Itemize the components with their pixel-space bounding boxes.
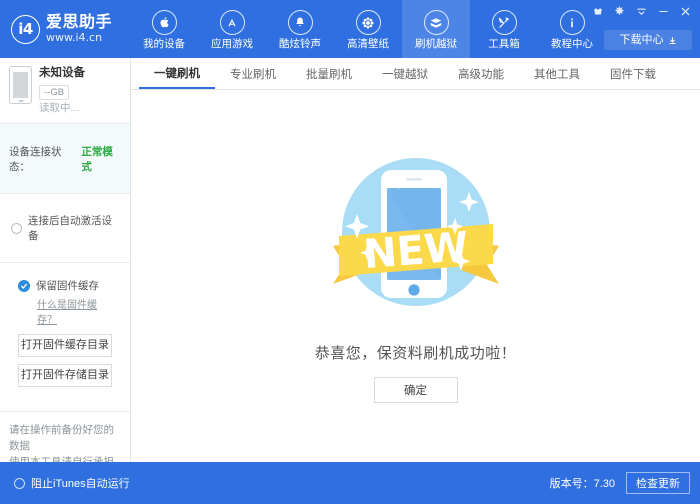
tab-batch-flash[interactable]: 批量刷机: [291, 58, 367, 89]
nav-item-apps-games[interactable]: 应用游戏: [198, 0, 266, 58]
phone-icon: [9, 66, 32, 104]
nav-label: 高清壁纸: [347, 38, 389, 50]
download-center-button[interactable]: 下载中心: [604, 30, 692, 50]
nav-item-wallpapers[interactable]: 高清壁纸: [334, 0, 402, 58]
tools-icon: [492, 10, 517, 35]
firmware-cache-section: 保留固件缓存 什么是固件缓存？ 打开固件缓存目录 打开固件存储目录: [0, 263, 130, 412]
open-cache-directory-button[interactable]: 打开固件缓存目录: [18, 334, 112, 357]
app-footer: 阻止iTunes自动运行 版本号：7.30 检查更新: [0, 462, 700, 504]
what-is-firmware-cache-link[interactable]: 什么是固件缓存？: [37, 296, 112, 326]
footer-right-group: 版本号：7.30 检查更新: [550, 472, 690, 494]
open-storage-directory-button[interactable]: 打开固件存储目录: [18, 364, 112, 387]
nav-item-my-device[interactable]: 我的设备: [130, 0, 198, 58]
svg-text:NEW: NEW: [361, 224, 469, 278]
block-itunes-label: 阻止iTunes自动运行: [31, 475, 130, 491]
nav-item-toolbox[interactable]: 工具箱: [470, 0, 538, 58]
nav-label: 应用游戏: [211, 38, 253, 50]
main-content-panel: NEW 恭喜您，保资料刷机成功啦！ 确定: [131, 90, 700, 462]
tab-pro-flash[interactable]: 专业刷机: [215, 58, 291, 89]
gear-icon[interactable]: [613, 5, 626, 18]
auto-activate-option[interactable]: 连接后自动激活设备: [9, 202, 121, 254]
check-update-button[interactable]: 检查更新: [626, 472, 690, 494]
window-controls: [591, 5, 692, 18]
tab-other-tools[interactable]: 其他工具: [519, 58, 595, 89]
tab-one-click-flash[interactable]: 一键刷机: [139, 58, 215, 89]
window-controls-area: 下载中心: [570, 0, 700, 58]
keep-cache-label: 保留固件缓存: [36, 278, 99, 293]
download-arrow-icon: [668, 36, 677, 45]
tab-firmware-download[interactable]: 固件下载: [595, 58, 671, 89]
nav-item-ringtones[interactable]: 酷炫铃声: [266, 0, 334, 58]
logo-title: 爱思助手: [46, 14, 112, 31]
box-icon: [424, 10, 449, 35]
app-header: i4 爱思助手 www.i4.cn 我的设备: [0, 0, 700, 58]
version-label: 版本号：7.30: [550, 475, 615, 491]
flower-icon: [356, 10, 381, 35]
auto-activate-section: 连接后自动激活设备: [0, 194, 130, 263]
confirm-button[interactable]: 确定: [374, 377, 458, 403]
collapse-icon[interactable]: [635, 5, 648, 18]
warning-line-1: 请在操作前备份好您的数据: [9, 422, 121, 454]
keep-cache-option[interactable]: 保留固件缓存: [18, 278, 112, 293]
minimize-icon[interactable]: [657, 5, 670, 18]
download-center-label: 下载中心: [620, 34, 664, 46]
connection-status-label: 设备连接状态：: [9, 144, 78, 174]
logo-mark-text: i4: [18, 22, 33, 37]
tab-advanced-features[interactable]: 高级功能: [443, 58, 519, 89]
flash-tab-bar: 一键刷机 专业刷机 批量刷机 一键越狱 高级功能 其他工具 固件下载: [131, 58, 700, 90]
auto-activate-label: 连接后自动激活设备: [28, 213, 121, 243]
block-itunes-option[interactable]: 阻止iTunes自动运行: [0, 475, 130, 491]
nav-item-flash-jailbreak[interactable]: 刷机越狱: [402, 0, 470, 58]
success-message: 恭喜您，保资料刷机成功啦！: [131, 342, 700, 363]
device-info-section[interactable]: 未知设备 --GB 读取中...: [0, 58, 130, 124]
device-name: 未知设备: [39, 66, 85, 80]
keep-cache-checkbox[interactable]: [18, 280, 30, 292]
nav-label: 刷机越狱: [415, 38, 457, 50]
connection-status-value: 正常模式: [81, 144, 121, 174]
nav-label: 我的设备: [143, 38, 185, 50]
device-capacity-badge: --GB: [39, 85, 69, 100]
new-badge-phone-illustration: NEW: [321, 152, 511, 322]
app-logo: i4 爱思助手 www.i4.cn: [0, 0, 130, 58]
shirt-icon[interactable]: [591, 5, 604, 18]
device-sidebar: 未知设备 --GB 读取中... 设备连接状态： 正常模式 连接后自动激活设备: [0, 58, 131, 462]
i4-assistant-window: i4 爱思助手 www.i4.cn 我的设备: [0, 0, 700, 504]
nav-label: 工具箱: [488, 38, 520, 50]
auto-activate-radio[interactable]: [11, 223, 22, 234]
close-icon[interactable]: [679, 5, 692, 18]
logo-website: www.i4.cn: [46, 31, 112, 44]
connection-status-section: 设备连接状态： 正常模式: [0, 124, 130, 194]
apple-icon: [152, 10, 177, 35]
device-read-status: 读取中...: [39, 102, 85, 115]
bell-icon: [288, 10, 313, 35]
block-itunes-radio[interactable]: [14, 478, 25, 489]
main-nav: 我的设备 应用游戏 酷炫铃声: [130, 0, 606, 58]
tab-one-click-jailbreak[interactable]: 一键越狱: [367, 58, 443, 89]
nav-label: 酷炫铃声: [279, 38, 321, 50]
i4-logo-icon: i4: [11, 15, 40, 44]
appstore-icon: [220, 10, 245, 35]
